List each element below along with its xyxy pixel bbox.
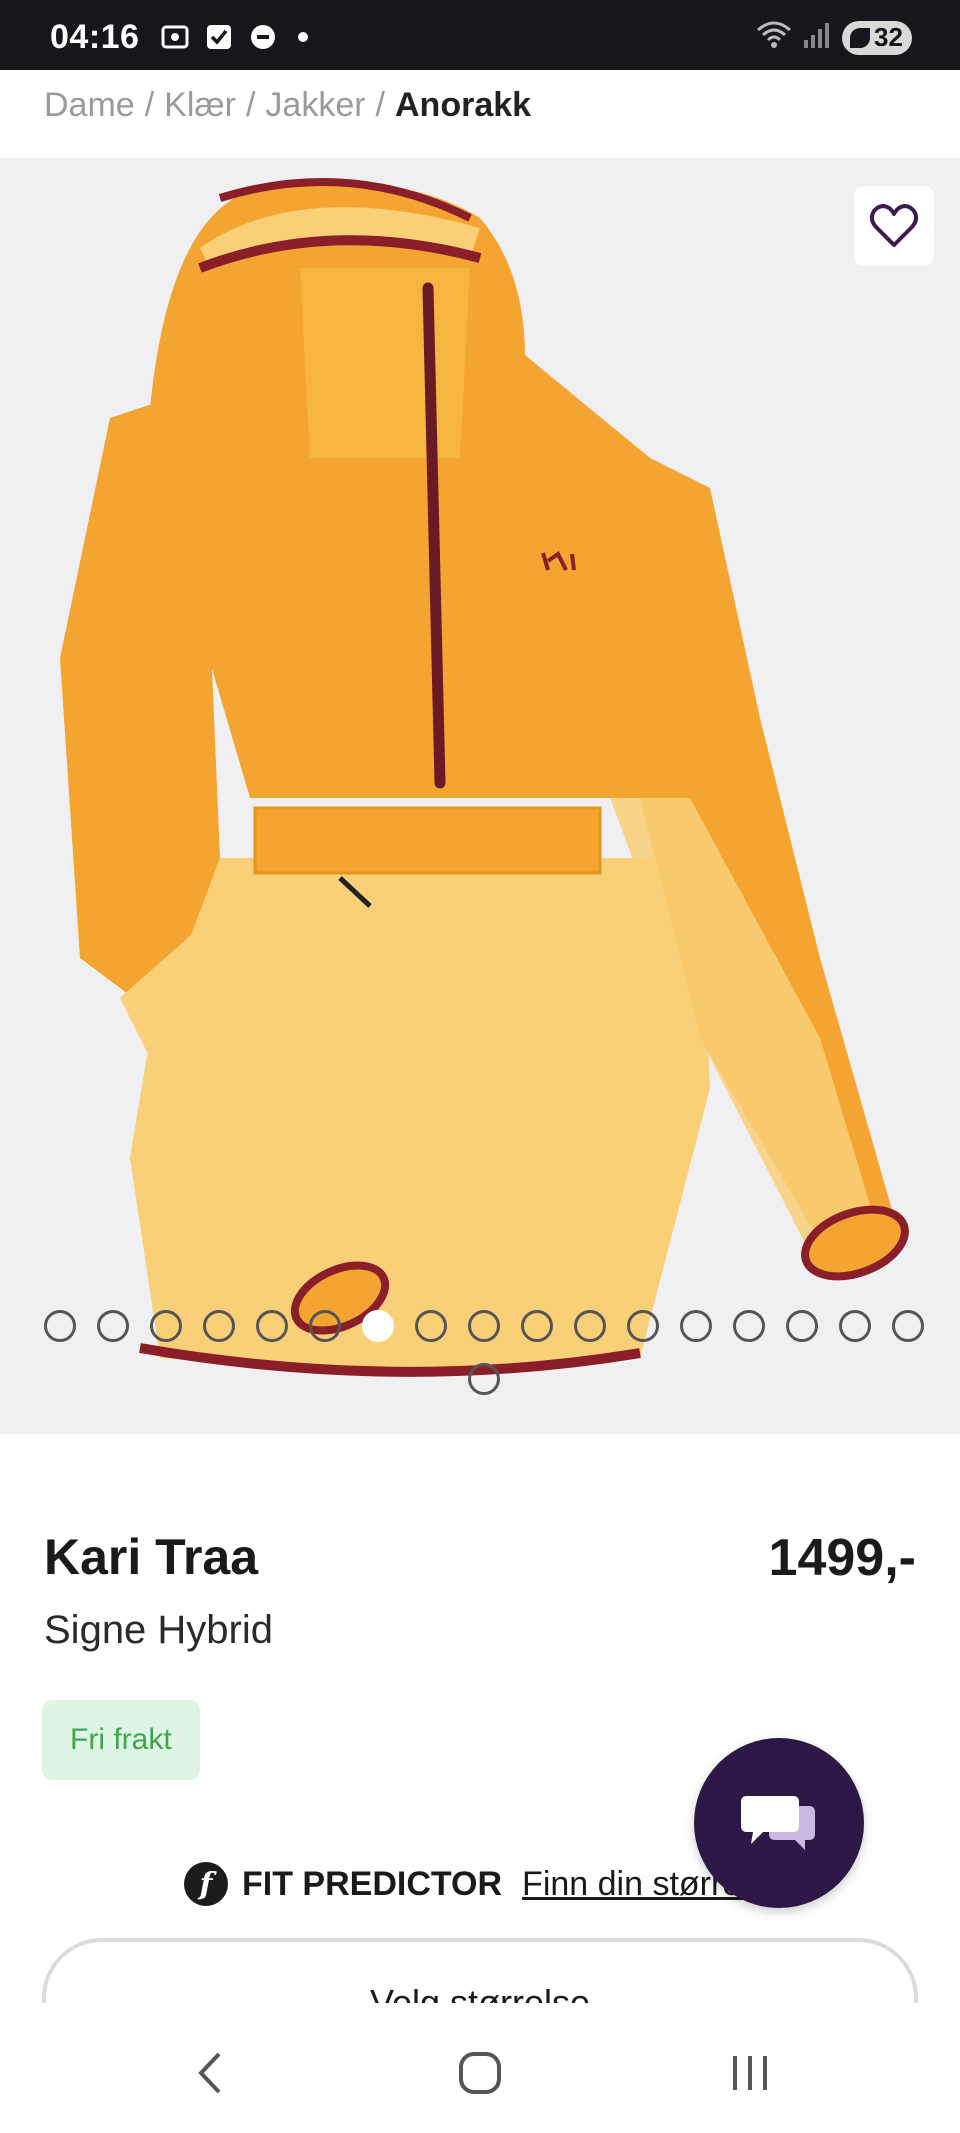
status-bar: 04:16 32 [0,0,960,70]
fit-predictor-title: FIT PREDICTOR [242,1864,503,1903]
back-icon [198,2052,221,2094]
breadcrumb-separator: / [245,86,256,124]
breadcrumb-item-dame[interactable]: Dame [44,86,135,125]
chat-bubbles-icon [741,1796,815,1850]
favorite-button[interactable] [854,186,934,266]
product-name: Signe Hybrid [44,1608,274,1652]
status-icons-right: 32 [756,20,912,55]
free-shipping-badge: Fri frakt [42,1700,200,1780]
breadcrumb-current: Anorakk [395,86,532,124]
fit-predictor[interactable]: f FIT PREDICTOR Finn din størrelse [184,1862,785,1906]
gallery-dot[interactable] [468,1310,500,1342]
wifi-icon [756,20,792,55]
battery-saver-icon [850,27,870,48]
gallery-dot[interactable] [309,1310,341,1342]
gallery-dot[interactable] [521,1310,553,1342]
gallery-dot[interactable] [256,1310,288,1342]
home-button[interactable] [450,2043,510,2103]
fit-predictor-logo-icon: f [184,1862,228,1906]
gallery-dot[interactable] [892,1310,924,1342]
breadcrumb-separator: / [144,86,155,124]
breadcrumb-separator: / [375,86,385,124]
battery-icon: 32 [842,20,912,55]
notification-dot [298,32,308,42]
back-button[interactable] [180,2043,240,2103]
status-time: 04:16 [50,18,140,56]
sync-icon [248,24,278,50]
gallery-dot[interactable] [786,1310,818,1342]
gallery-dot[interactable] [97,1310,129,1342]
product-price: 1499,- [768,1529,916,1587]
gallery-dot[interactable] [44,1310,76,1342]
chat-button[interactable] [694,1738,864,1908]
system-navigation-bar [0,2003,960,2133]
gallery-dot[interactable] [150,1310,182,1342]
signal-icon [802,20,832,55]
checkbox-icon [204,24,234,50]
product-image [60,178,909,1377]
gallery-dot[interactable] [203,1310,235,1342]
gallery-dot[interactable] [468,1363,500,1395]
recents-icon [733,2056,767,2090]
product-image-gallery[interactable] [0,158,960,1434]
breadcrumb-item-klaer[interactable]: Klær [164,86,236,125]
gallery-dot[interactable] [839,1310,871,1342]
breadcrumb: Dame / Klær / Jakker / Anorakk [44,86,531,125]
recents-button[interactable] [720,2043,780,2103]
gallery-pagination [34,1310,934,1395]
battery-level: 32 [874,22,903,52]
screenshot-icon [160,24,190,50]
status-icons-left [160,24,308,50]
home-icon [459,2052,501,2094]
gallery-dot[interactable] [627,1310,659,1342]
product-brand: Kari Traa [44,1529,259,1585]
heart-outline-icon [869,204,919,247]
gallery-dot[interactable] [680,1310,712,1342]
gallery-dot[interactable] [574,1310,606,1342]
gallery-dot[interactable] [415,1310,447,1342]
gallery-dot[interactable] [733,1310,765,1342]
breadcrumb-item-jakker[interactable]: Jakker [265,86,365,125]
gallery-dot[interactable] [362,1310,394,1342]
